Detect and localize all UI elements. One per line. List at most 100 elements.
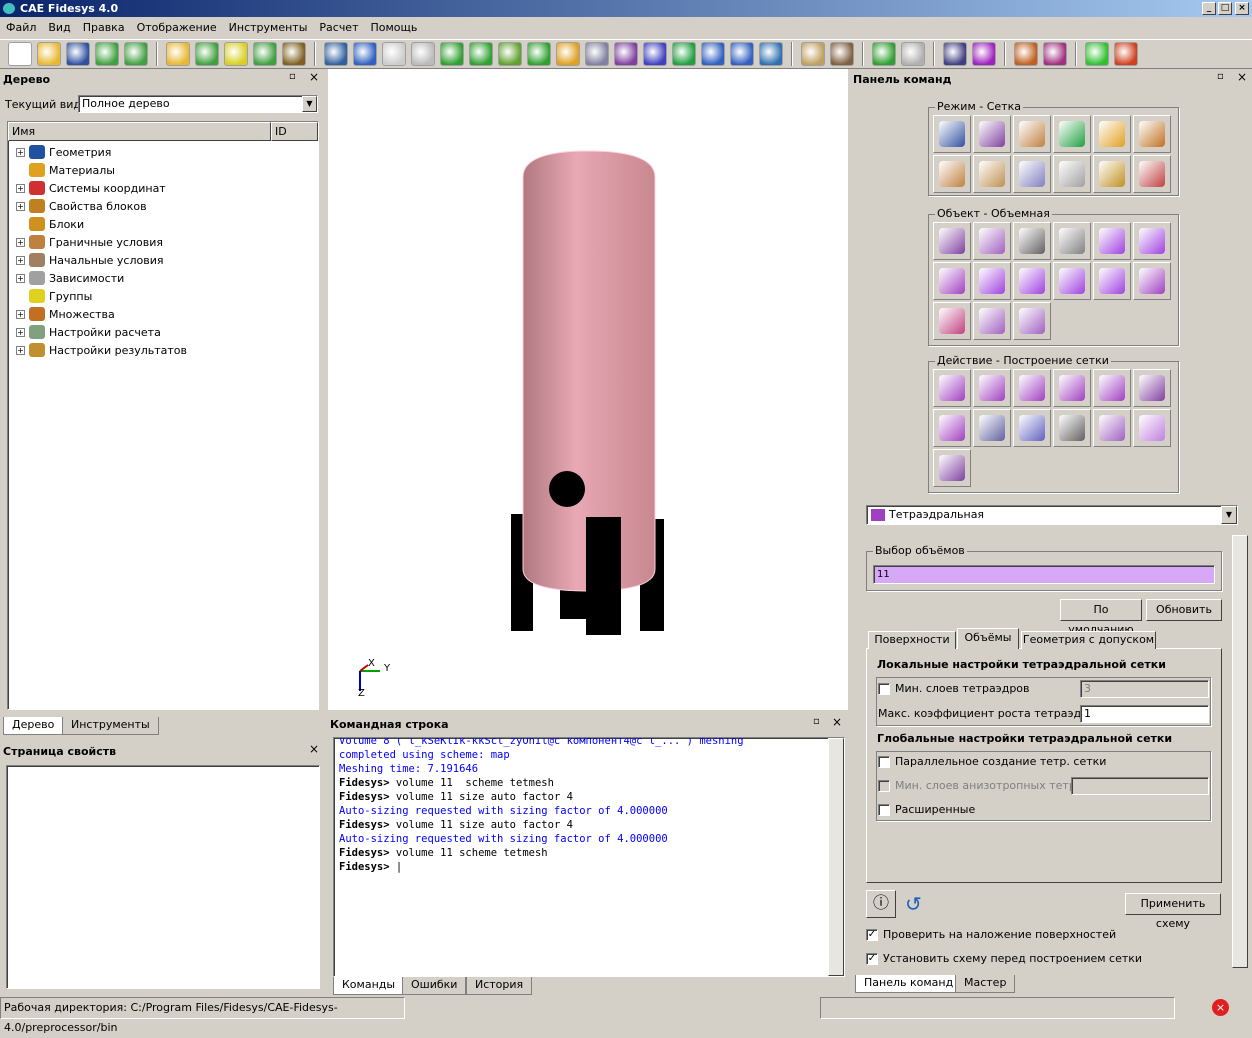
group-object-tool-button[interactable] [1053,262,1091,300]
menu-item[interactable]: Расчет [319,18,358,38]
menu-item[interactable]: Помощь [371,18,418,38]
group-object-tool-button[interactable] [933,262,971,300]
close-panel-icon[interactable]: × [309,70,319,84]
minimize-button[interactable]: _ [1202,2,1216,15]
menu-item[interactable]: Файл [6,18,36,38]
chevron-down-icon[interactable]: ▼ [1221,506,1237,524]
menu-item[interactable]: Отображение [137,18,217,38]
group-action-tool-button[interactable] [1013,409,1051,447]
tree-item[interactable]: + Зависимости [8,269,308,287]
reset-icon[interactable]: ↺ [905,892,922,916]
scrollbar[interactable] [828,738,844,976]
toolbar-button-icon[interactable] [585,42,609,66]
command-output[interactable]: Volume 8 ( l_kSeKlIk-kkScl_zyOnIl@c комп… [333,737,845,977]
column-header-name[interactable]: Имя [8,122,271,141]
expand-icon[interactable]: + [16,345,25,355]
tree-item[interactable]: + Геометрия [8,143,308,161]
close-panel-icon[interactable]: × [1237,70,1247,84]
undock-icon[interactable]: ▫ [813,716,820,727]
group-mode-tool-button[interactable] [1093,155,1131,193]
toolbar-button-icon[interactable] [614,42,638,66]
group-mode-tool-button[interactable] [973,115,1011,153]
group-mode-tool-button[interactable] [1053,155,1091,193]
expand-icon[interactable]: + [16,255,25,265]
close-panel-icon[interactable]: × [309,742,319,756]
toolbar-button-icon[interactable] [801,42,825,66]
toolbar-button-icon[interactable] [1043,42,1067,66]
menu-item[interactable]: Правка [83,18,125,38]
group-object-tool-button[interactable] [973,302,1011,340]
toolbar-button-icon[interactable] [701,42,725,66]
overlap-checkbox[interactable]: ✓ [866,929,878,941]
toolbar-button-icon[interactable] [8,42,32,66]
3d-viewport[interactable]: XY Z [328,69,848,710]
group-object-tool-button[interactable] [1013,222,1051,260]
tab-geometry-tolerance[interactable]: Геометрия с допуском [1021,631,1156,649]
toolbar-button-icon[interactable] [872,42,896,66]
menu-item[interactable]: Инструменты [229,18,308,38]
toolbar-button-icon[interactable] [1014,42,1038,66]
group-object-tool-button[interactable] [973,262,1011,300]
toolbar-button-icon[interactable] [66,42,90,66]
stop-icon[interactable]: × [1212,999,1229,1016]
tree-item[interactable]: + Множества [8,305,308,323]
group-action-tool-button[interactable] [1013,369,1051,407]
apply-scheme-button[interactable]: Применить схему [1125,893,1221,930]
tab-volumes[interactable]: Объёмы [957,628,1019,649]
toolbar-button-icon[interactable] [37,42,61,66]
tab-tools[interactable]: Инструменты [62,717,159,735]
tree-item[interactable]: Материалы [8,161,308,179]
close-panel-icon[interactable]: × [832,715,842,729]
toolbar-button-icon[interactable] [195,42,219,66]
group-action-tool-button[interactable] [1093,369,1131,407]
volume-select-input[interactable]: 11 [873,565,1215,584]
expand-icon[interactable]: + [16,237,25,247]
min-layers-input[interactable]: 3 [1080,680,1209,698]
min-layers-checkbox[interactable] [878,683,890,695]
menu-item[interactable]: Вид [48,18,70,38]
toolbar-button-icon[interactable] [95,42,119,66]
group-action-tool-button[interactable] [1133,409,1171,447]
tree-item[interactable]: Группы [8,287,308,305]
toolbar-button-icon[interactable] [253,42,277,66]
toolbar-button-icon[interactable] [556,42,580,66]
maximize-button[interactable]: □ [1218,2,1232,15]
expand-icon[interactable]: + [16,183,25,193]
view-select[interactable]: Полное дерево ▼ [78,95,318,113]
toolbar-button-icon[interactable] [972,42,996,66]
growth-input[interactable]: 1 [1080,705,1209,723]
undock-icon[interactable]: ▫ [1217,71,1224,82]
expand-icon[interactable]: + [16,273,25,283]
group-action-tool-button[interactable] [1053,409,1091,447]
group-object-tool-button[interactable] [933,222,971,260]
tree-item[interactable]: Блоки [8,215,308,233]
toolbar-button-icon[interactable] [411,42,435,66]
toolbar-button-icon[interactable] [469,42,493,66]
toolbar-button-icon[interactable] [1114,42,1138,66]
tab-wizard[interactable]: Мастер [955,975,1016,993]
group-object-tool-button[interactable] [1093,222,1131,260]
group-mode-tool-button[interactable] [973,155,1011,193]
group-object-tool-button[interactable] [1093,262,1131,300]
tree-item[interactable]: + Настройки расчета [8,323,308,341]
group-object-tool-button[interactable] [1053,222,1091,260]
expand-icon[interactable]: + [16,201,25,211]
expand-icon[interactable]: + [16,309,25,319]
group-action-tool-button[interactable] [1133,369,1171,407]
group-action-tool-button[interactable] [973,409,1011,447]
group-mode-tool-button[interactable] [1093,115,1131,153]
toolbar-button-icon[interactable] [830,42,854,66]
group-mode-tool-button[interactable] [1053,115,1091,153]
toolbar-button-icon[interactable] [353,42,377,66]
undock-icon[interactable]: ▫ [289,71,296,82]
tab-tree[interactable]: Дерево [3,717,64,735]
column-header-id[interactable]: ID [271,122,318,141]
scheme-select[interactable]: Тетраэдральная ▼ [866,505,1238,525]
info-button[interactable]: ⓘ [866,890,896,918]
toolbar-button-icon[interactable] [943,42,967,66]
toolbar-button-icon[interactable] [282,42,306,66]
close-button[interactable]: × [1235,2,1249,15]
group-object-tool-button[interactable] [1133,222,1171,260]
group-mode-tool-button[interactable] [1013,115,1051,153]
advanced-checkbox[interactable] [878,804,890,816]
